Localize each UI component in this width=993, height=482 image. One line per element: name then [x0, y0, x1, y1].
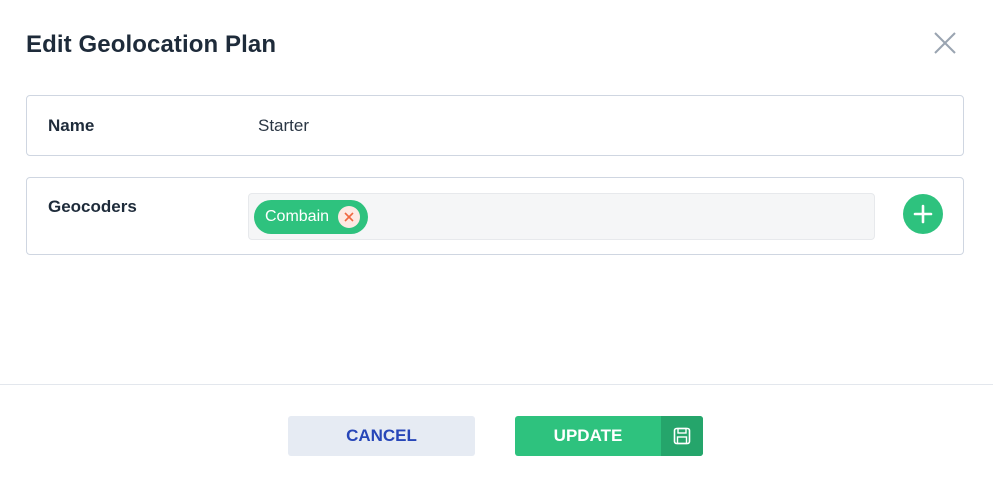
geocoder-tag: Combain	[254, 200, 369, 234]
name-value[interactable]: Starter	[258, 116, 309, 136]
edit-geolocation-plan-dialog: Edit Geolocation Plan Name Starter Geoco…	[0, 0, 993, 482]
add-geocoder-button[interactable]	[903, 194, 943, 234]
update-icon-box	[661, 416, 703, 456]
footer-divider	[0, 384, 993, 385]
name-field-row: Name Starter	[26, 95, 964, 156]
remove-tag-button[interactable]	[338, 206, 361, 228]
dialog-title: Edit Geolocation Plan	[26, 31, 277, 58]
cancel-button[interactable]: CANCEL	[288, 416, 475, 456]
geocoders-field-row: Geocoders Combain	[26, 177, 964, 255]
name-label: Name	[48, 116, 95, 135]
save-icon	[673, 427, 691, 445]
geocoders-tag-input[interactable]: Combain	[248, 193, 875, 240]
x-icon	[344, 212, 354, 222]
geocoder-tag-label: Combain	[265, 208, 330, 225]
close-button[interactable]	[931, 29, 959, 57]
update-button[interactable]: UPDATE	[515, 416, 703, 456]
geocoders-label: Geocoders	[48, 197, 137, 216]
update-button-label: UPDATE	[553, 426, 623, 445]
plus-icon	[913, 204, 933, 224]
close-icon	[934, 32, 956, 54]
